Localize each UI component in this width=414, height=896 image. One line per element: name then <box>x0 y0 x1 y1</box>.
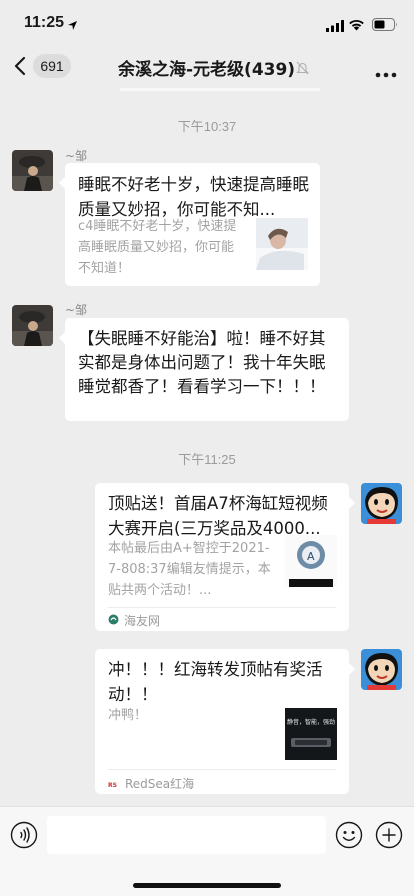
timestamp: 下午11:25 <box>178 452 236 467</box>
my-avatar[interactable] <box>361 483 402 524</box>
card-title: 顶贴送！首届A7杯海缸短视频大赛开启(三万奖品及4000... <box>108 494 328 538</box>
svg-text:RS: RS <box>108 782 117 788</box>
more-functions-plus-icon[interactable] <box>375 821 403 853</box>
chat-title: 余溪之海-元老级(439) <box>118 60 296 80</box>
card-divider <box>108 607 336 608</box>
link-card[interactable]: 顶贴送！首届A7杯海缸短视频大赛开启(三万奖品及4000... 本帖最后由A+智… <box>95 483 355 631</box>
bubble-tail <box>349 663 355 675</box>
wifi-icon <box>348 16 365 35</box>
card-title: 睡眠不好老十岁，快速提高睡眠质量又妙招，你可能不知... <box>78 175 309 219</box>
battery-icon <box>372 16 398 35</box>
chat-input-bar <box>0 806 414 896</box>
timestamp: 下午10:37 <box>177 119 237 134</box>
source-logo-icon <box>108 614 119 628</box>
link-card[interactable]: 冲！！！红海转发顶帖有奖活动！！ 冲鸭！ 静音，智能，强劲 RS RedSea红… <box>95 649 355 794</box>
card-source: 海友网 <box>108 612 160 629</box>
status-bar: 11:25 <box>0 0 414 44</box>
back-chevron-icon[interactable] <box>14 56 26 80</box>
card-thumbnail: 静音，智能，强劲 <box>285 708 337 760</box>
svg-text:A: A <box>307 550 315 563</box>
text-message[interactable]: 【失眠睡不好能治】啦！睡不好其实都是身体出问题了！我十年失眠睡觉都香了！看看学习… <box>59 318 349 421</box>
card-title: 冲！！！红海转发顶帖有奖活动！！ <box>108 660 323 704</box>
status-time: 11:25 <box>24 14 65 31</box>
sender-avatar[interactable] <box>12 305 53 346</box>
card-description: c4睡眠不好老十岁，快速提高睡眠质量又妙招，你可能不知道！ <box>78 219 237 276</box>
emoji-icon[interactable] <box>335 821 363 853</box>
sender-name: ~邹 <box>65 303 88 317</box>
card-source: RS RedSea红海 <box>108 775 194 792</box>
sender-avatar[interactable] <box>12 150 53 191</box>
voice-input-icon[interactable] <box>10 821 38 853</box>
source-name: RedSea红海 <box>125 777 195 791</box>
link-card[interactable]: 睡眠不好老十岁，快速提高睡眠质量又妙招，你可能不知... c4睡眠不好老十岁，快… <box>59 163 320 286</box>
message-text: 【失眠睡不好能治】啦！睡不好其实都是身体出问题了！我十年失眠睡觉都香了！看看学习… <box>78 329 326 396</box>
my-avatar[interactable] <box>361 649 402 690</box>
signal-icon <box>326 17 344 36</box>
card-description: 本帖最后由A+智控于2021-7-808:37编辑友情提示，本贴共两个活动！..… <box>108 541 271 598</box>
source-name: 海友网 <box>124 614 161 628</box>
card-divider <box>108 769 336 770</box>
mute-bell-icon <box>296 60 309 79</box>
message-input[interactable] <box>47 816 326 854</box>
card-thumbnail: A <box>285 535 337 587</box>
card-thumbnail <box>256 218 308 270</box>
bubble-tail <box>349 497 355 509</box>
bubble-tail <box>59 332 65 344</box>
sender-name: ~邹 <box>65 149 88 163</box>
chat-header: 691 余溪之海-元老级(439) <box>0 44 414 88</box>
unread-count-badge[interactable]: 691 <box>33 54 71 78</box>
more-options-icon[interactable] <box>375 63 397 82</box>
home-indicator <box>133 883 281 888</box>
previous-message-edge <box>120 88 320 91</box>
bubble-tail <box>59 177 65 189</box>
redsea-logo-icon: RS <box>108 777 120 791</box>
location-arrow-icon <box>67 16 78 35</box>
card-description: 冲鸭！ <box>108 708 148 723</box>
